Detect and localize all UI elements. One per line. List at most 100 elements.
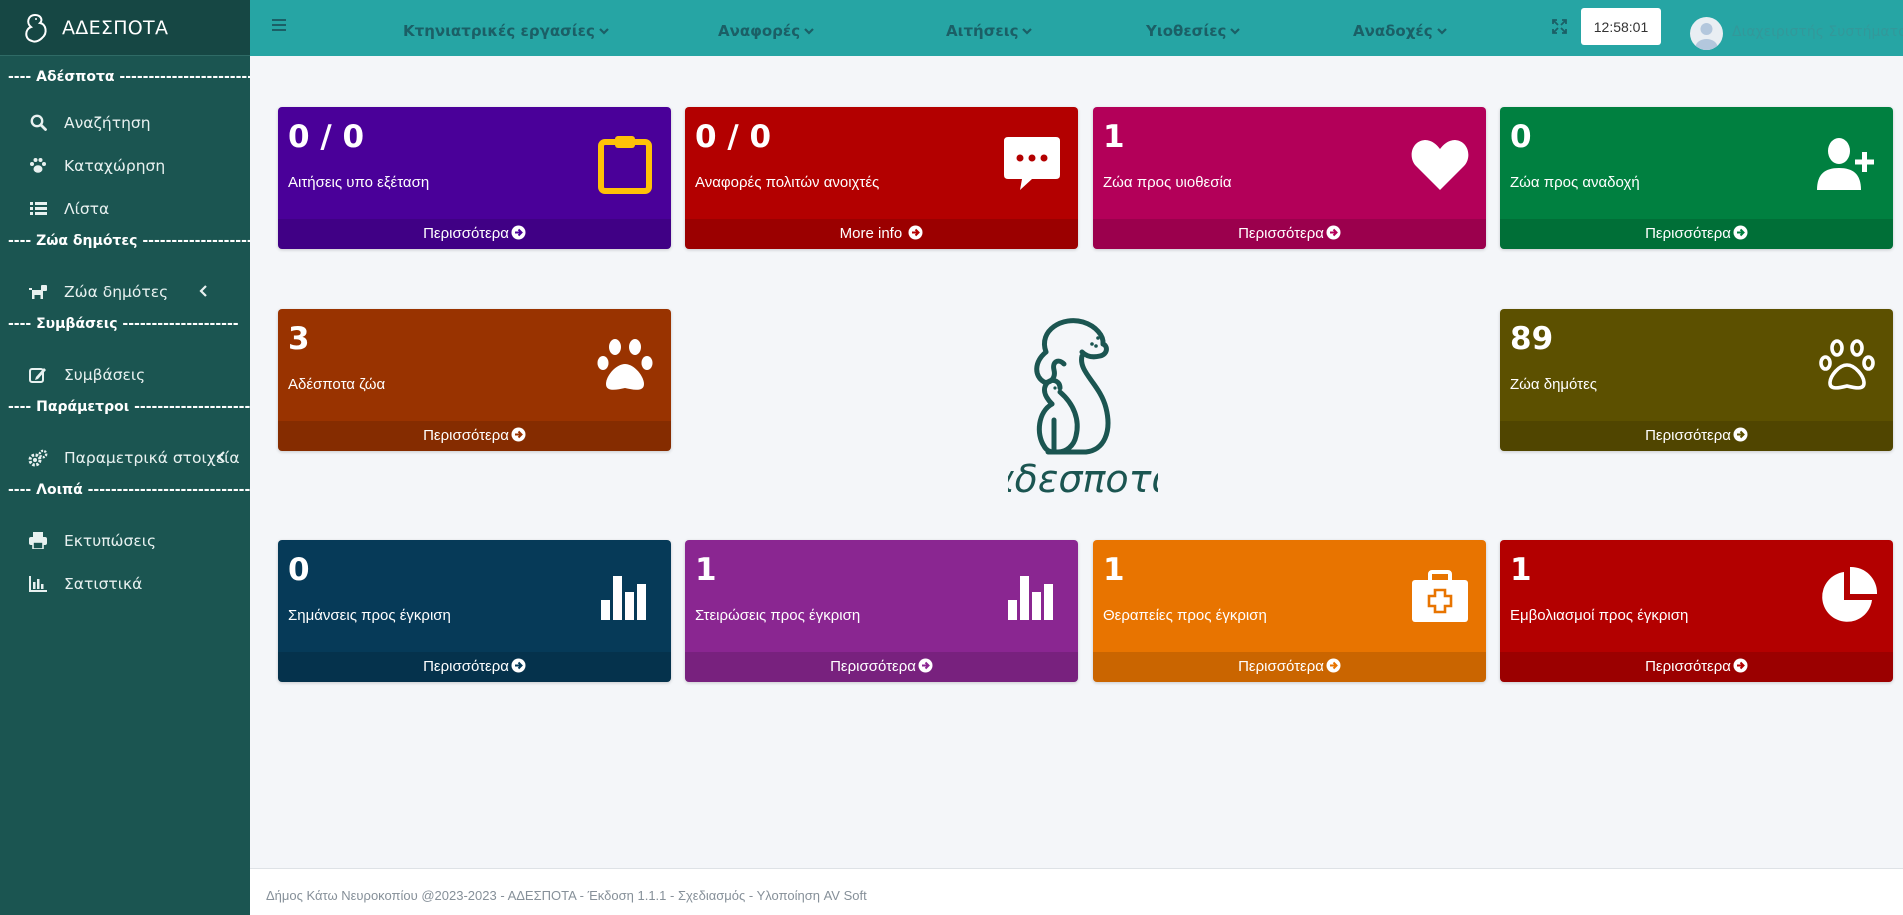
- arrow-circle-right-icon: [1326, 658, 1341, 673]
- card-value: 0 / 0: [695, 119, 772, 155]
- card-label: Θεραπείες προς έγκριση: [1103, 607, 1267, 624]
- card-adoption-animals: 1 Ζώα προς υιοθεσία Περισσότερα: [1093, 107, 1486, 249]
- sidebar-item-label: Αναζήτηση: [64, 113, 151, 132]
- card-label: Ζώα προς υιοθεσία: [1103, 174, 1232, 191]
- card-label: Αδέσποτα ζώα: [288, 376, 386, 393]
- card-sterilizations-approval: 1 Στειρώσεις προς έγκριση Περισσότερα: [685, 540, 1078, 682]
- menu-adoptions[interactable]: Υιοθεσίες: [1146, 22, 1241, 40]
- chevron-down-icon: [1436, 28, 1447, 35]
- section-header: ---- Συμβάσεις --------------------: [8, 316, 239, 332]
- brand-logo-icon: [25, 13, 47, 43]
- chevron-left-icon: [217, 451, 225, 463]
- sidebar: ΑΔΕΣΠΟΤΑ ---- Αδέσποτα -----------------…: [0, 0, 250, 915]
- arrow-circle-right-icon: [1733, 658, 1748, 673]
- card-more-link[interactable]: Περισσότερα: [1500, 652, 1893, 682]
- card-more-link[interactable]: Περισσότερα: [278, 219, 671, 249]
- card-more-link[interactable]: Περισσότερα: [278, 421, 671, 451]
- search-icon: [28, 113, 48, 133]
- fullscreen-icon[interactable]: [1552, 19, 1567, 34]
- adespota-logo: αδεσποτα: [1008, 318, 1158, 500]
- clipboard-icon: [593, 132, 657, 196]
- card-more-link[interactable]: Περισσότερα: [1500, 421, 1893, 451]
- card-value: 1: [1103, 552, 1125, 588]
- card-label: Ζώα προς αναδοχή: [1510, 174, 1640, 191]
- card-label: Σημάνσεις προς έγκριση: [288, 607, 451, 624]
- card-value: 0: [288, 552, 310, 588]
- card-fostering-animals: 0 Ζώα προς αναδοχή Περισσότερα: [1500, 107, 1893, 249]
- chevron-down-icon: [599, 28, 609, 35]
- card-more-link[interactable]: Περισσότερα: [1500, 219, 1893, 249]
- heart-icon: [1408, 132, 1472, 196]
- section-header: ---- Λοιπά ----------------------------: [8, 482, 250, 498]
- card-markings-approval: 0 Σημάνσεις προς έγκριση Περισσότερα: [278, 540, 671, 682]
- footer-text: Δήμος Κάτω Νευροκοπίου @2023-2023 - ΑΔΕΣ…: [266, 888, 867, 903]
- card-value: 1: [695, 552, 717, 588]
- card-applications-pending: 0 / 0 Αιτήσεις υπο εξέταση Περισσότερα: [278, 107, 671, 249]
- card-label: Αναφορές πολιτών ανοιχτές: [695, 174, 880, 191]
- sidebar-item-label: Σατιστικά: [64, 574, 143, 593]
- card-more-link[interactable]: Περισσότερα: [1093, 219, 1486, 249]
- sidebar-item-register[interactable]: Καταχώρηση: [0, 144, 250, 187]
- brand-link[interactable]: ΑΔΕΣΠΟΤΑ: [0, 0, 250, 56]
- arrow-circle-right-icon: [1326, 225, 1341, 240]
- card-more-link[interactable]: Περισσότερα: [685, 652, 1078, 682]
- edit-icon: [28, 365, 48, 385]
- menu-label: Κτηνιατρικές εργασίες: [403, 22, 595, 40]
- menu-applications[interactable]: Αιτήσεις: [946, 22, 1033, 40]
- sidebar-item-search[interactable]: Αναζήτηση: [0, 101, 250, 144]
- card-label: Εμβολιασμοί προς έγκριση: [1510, 607, 1689, 624]
- sidebar-item-contracts[interactable]: Συμβάσεις: [0, 353, 250, 396]
- menu-reports[interactable]: Αναφορές: [718, 22, 814, 40]
- card-value: 1: [1103, 119, 1125, 155]
- card-more-link[interactable]: More info: [685, 219, 1078, 249]
- bar-chart-icon: [28, 574, 48, 594]
- paw-outline-icon: [1815, 334, 1879, 398]
- medkit-icon: [1408, 565, 1472, 629]
- arrow-circle-right-icon: [918, 658, 933, 673]
- card-value: 89: [1510, 321, 1554, 357]
- card-more-link[interactable]: Περισσότερα: [278, 652, 671, 682]
- menu-label: Υιοθεσίες: [1146, 22, 1227, 40]
- bar-chart-icon: [1000, 565, 1064, 629]
- dog-icon: [28, 282, 48, 302]
- section-header: ---- Παράμετροι ---------------------: [8, 399, 250, 415]
- top-navbar: Κτηνιατρικές εργασίες Αναφορές Αιτήσεις …: [250, 0, 1903, 56]
- section-header: ---- Αδέσποτα ------------------------: [8, 69, 250, 85]
- chevron-left-icon: [199, 285, 207, 297]
- menu-vet-tasks[interactable]: Κτηνιατρικές εργασίες: [403, 22, 609, 40]
- sidebar-item-parameters[interactable]: Παραμετρικά στοιχεία: [0, 436, 250, 479]
- card-label: Στειρώσεις προς έγκριση: [695, 607, 861, 624]
- comment-icon: [1000, 132, 1064, 196]
- chevron-down-icon: [1022, 28, 1033, 35]
- arrow-circle-right-icon: [1733, 225, 1748, 240]
- sidebar-item-statistics[interactable]: Σατιστικά: [0, 562, 250, 605]
- chevron-down-icon: [804, 28, 814, 35]
- card-citizen-reports: 0 / 0 Αναφορές πολιτών ανοιχτές More inf…: [685, 107, 1078, 249]
- arrow-circle-right-icon: [511, 658, 526, 673]
- sidebar-item-label: Ζώα δημότες: [64, 282, 169, 301]
- user-avatar[interactable]: [1690, 17, 1723, 50]
- hamburger-menu-icon[interactable]: [272, 18, 288, 32]
- card-label: Ζώα δημότες: [1510, 376, 1598, 393]
- card-pet-animals: 89 Ζώα δημότες Περισσότερα: [1500, 309, 1893, 451]
- sidebar-item-pets[interactable]: Ζώα δημότες: [0, 270, 250, 313]
- card-vaccinations-approval: 1 Εμβολιασμοί προς έγκριση Περισσότερα: [1500, 540, 1893, 682]
- sidebar-nav: ---- Αδέσποτα ------------------------ Α…: [0, 56, 250, 605]
- sidebar-item-label: Εκτυπώσεις: [64, 531, 157, 550]
- user-name[interactable]: Διαχειριστής Συστήματος: [1732, 24, 1903, 40]
- card-value: 0 / 0: [288, 119, 365, 155]
- sidebar-item-list[interactable]: Λίστα: [0, 187, 250, 230]
- sidebar-item-label: Συμβάσεις: [64, 365, 146, 384]
- paw-icon: [28, 156, 48, 176]
- clock-display: 12:58:01: [1581, 8, 1661, 45]
- menu-fostering[interactable]: Αναδοχές: [1353, 22, 1447, 40]
- arrow-circle-right-icon: [511, 427, 526, 442]
- card-value: 1: [1510, 552, 1532, 588]
- card-stray-animals: 3 Αδέσποτα ζώα Περισσότερα: [278, 309, 671, 451]
- chevron-down-icon: [1230, 28, 1241, 35]
- sidebar-item-prints[interactable]: Εκτυπώσεις: [0, 519, 250, 562]
- user-plus-icon: [1815, 132, 1879, 196]
- bar-chart-icon: [593, 565, 657, 629]
- arrow-circle-right-icon: [1733, 427, 1748, 442]
- card-more-link[interactable]: Περισσότερα: [1093, 652, 1486, 682]
